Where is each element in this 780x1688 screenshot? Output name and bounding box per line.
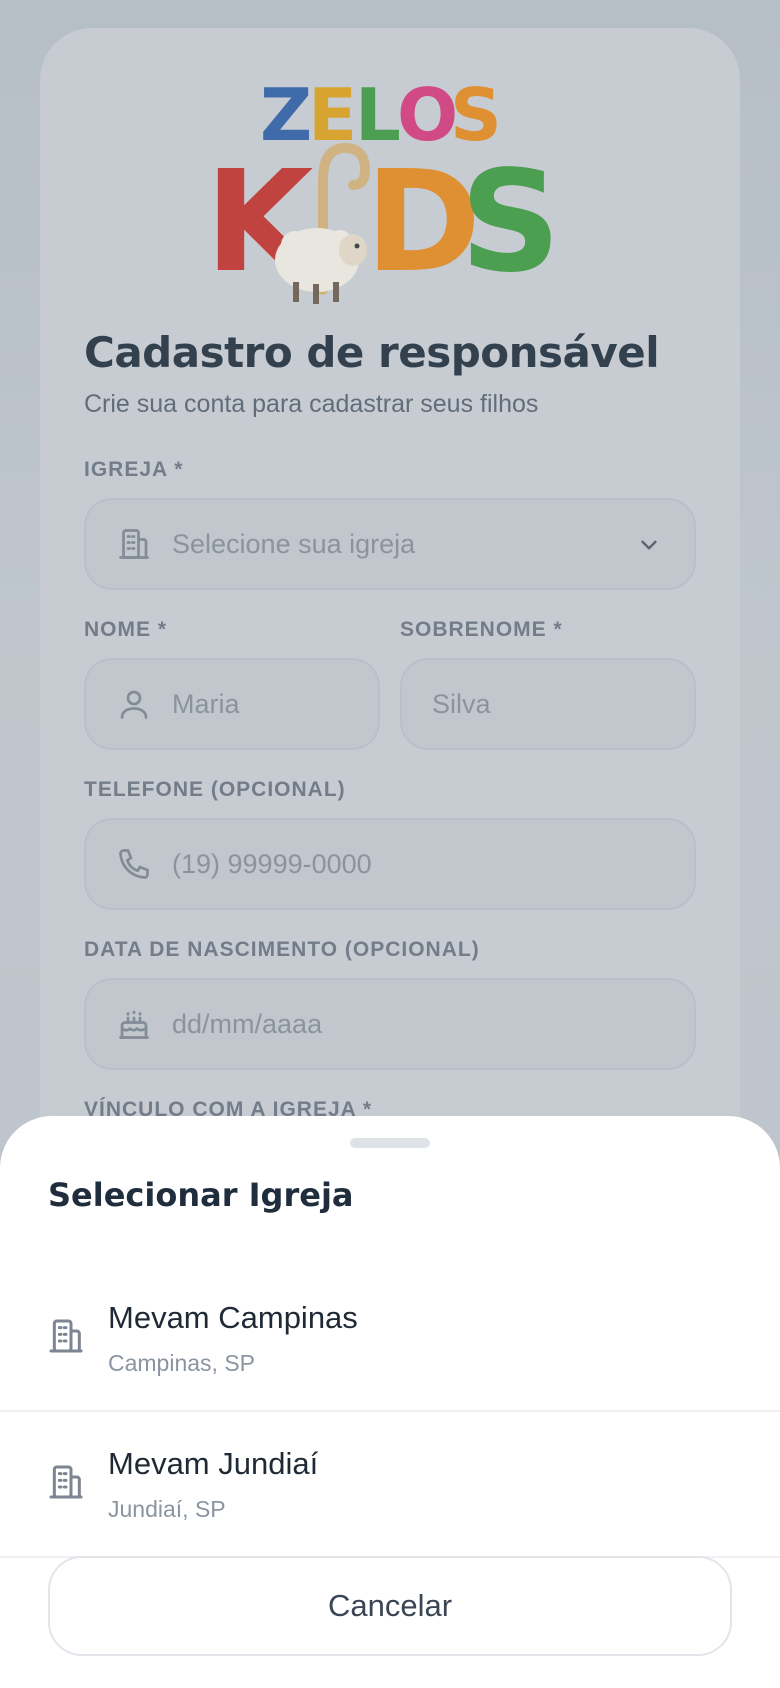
church-option-location: Campinas, SP — [108, 1350, 256, 1376]
church-option-name: Mevam Campinas — [108, 1300, 358, 1335]
cancel-button[interactable]: Cancelar — [48, 1556, 732, 1656]
church-option-location: Jundiaí, SP — [108, 1496, 226, 1522]
sheet-title: Selecionar Igreja — [48, 1176, 354, 1214]
church-option-campinas[interactable]: Mevam Campinas Campinas, SP — [0, 1266, 780, 1412]
church-option-jundiai[interactable]: Mevam Jundiaí Jundiaí, SP — [0, 1412, 780, 1558]
church-option-name: Mevam Jundiaí — [108, 1446, 319, 1481]
building-icon — [49, 1465, 83, 1499]
building-icon — [49, 1319, 83, 1353]
sheet-drag-handle[interactable] — [350, 1138, 430, 1148]
church-picker-sheet: Selecionar Igreja Mevam Campinas Campina… — [0, 1116, 780, 1688]
